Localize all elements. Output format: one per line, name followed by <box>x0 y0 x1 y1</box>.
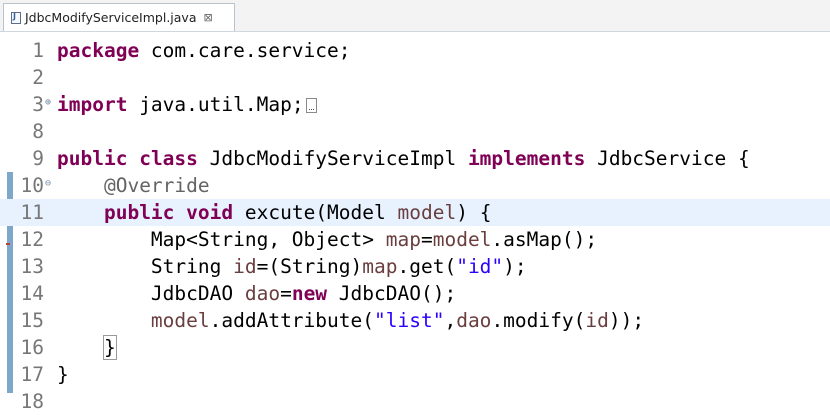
code-line[interactable]: 2 <box>0 64 830 91</box>
code-text: String id=(String)map.get("id"); <box>57 255 527 278</box>
tab-title: JdbcModifyServiceImpl.java <box>25 10 197 25</box>
line-number: 2 <box>32 66 44 89</box>
code-line[interactable]: 11 public void excute(Model model) { <box>0 199 830 226</box>
code-line[interactable]: 12 Map<String, Object> map=model.asMap()… <box>0 226 830 253</box>
line-number: 17 <box>20 363 44 386</box>
code-line[interactable]: 16 } <box>0 334 830 361</box>
code-text: } <box>57 363 69 386</box>
line-number: 11 <box>20 201 44 224</box>
code-line[interactable]: 13 String id=(String)map.get("id"); <box>0 253 830 280</box>
code-text: } <box>102 335 117 360</box>
code-text: JdbcDAO dao=new JdbcDAO(); <box>57 282 457 305</box>
editor-tab[interactable]: JdbcModifyServiceImpl.java ⊠ <box>3 3 235 31</box>
code-line[interactable]: 14 JdbcDAO dao=new JdbcDAO(); <box>0 280 830 307</box>
code-line[interactable]: 8 <box>0 118 830 145</box>
code-line[interactable]: 18 <box>0 388 830 415</box>
line-number: 9 <box>32 147 44 170</box>
java-file-icon <box>11 11 21 24</box>
expand-fold-icon[interactable]: ⊕ <box>45 97 51 108</box>
collapse-fold-icon[interactable]: ⊖ <box>45 178 51 189</box>
code-text: package com.care.service; <box>57 39 351 62</box>
line-number: 15 <box>20 309 44 332</box>
line-number: 12 <box>20 228 44 251</box>
code-line[interactable]: 10 ⊖ @Override <box>0 172 830 199</box>
line-number: 1 <box>32 39 44 62</box>
line-number: 8 <box>32 120 44 143</box>
folded-region-marker[interactable] <box>305 98 317 113</box>
line-number: 13 <box>20 255 44 278</box>
code-text: public class JdbcModifyServiceImpl imple… <box>57 147 750 170</box>
line-number: 14 <box>20 282 44 305</box>
code-text: public void excute(Model model) { <box>103 201 492 224</box>
code-line[interactable]: 15 model.addAttribute("list",dao.modify(… <box>0 307 830 334</box>
close-icon[interactable]: ⊠ <box>203 11 212 24</box>
code-editor[interactable]: 1 package com.care.service; 2 3 ⊕ import java… <box>0 32 830 415</box>
line-number: 16 <box>20 336 44 359</box>
code-line[interactable]: 9 public class JdbcModifyServiceImpl impl… <box>0 145 830 172</box>
code-text: import java.util.Map; <box>57 93 317 116</box>
code-text: @Override <box>103 174 210 197</box>
code-text: model.addAttribute("list",dao.modify(id)… <box>150 309 645 332</box>
code-text: Map<String, Object> map=model.asMap(); <box>57 228 598 251</box>
line-number: 18 <box>20 390 44 413</box>
line-number: 10 <box>20 174 44 197</box>
editor-tab-bar: JdbcModifyServiceImpl.java ⊠ <box>0 0 830 32</box>
line-number: 3 <box>32 93 44 116</box>
code-line[interactable]: 3 ⊕ import java.util.Map; <box>0 91 830 118</box>
code-line[interactable]: 17} <box>0 361 830 388</box>
code-line[interactable]: 1 package com.care.service; <box>0 37 830 64</box>
